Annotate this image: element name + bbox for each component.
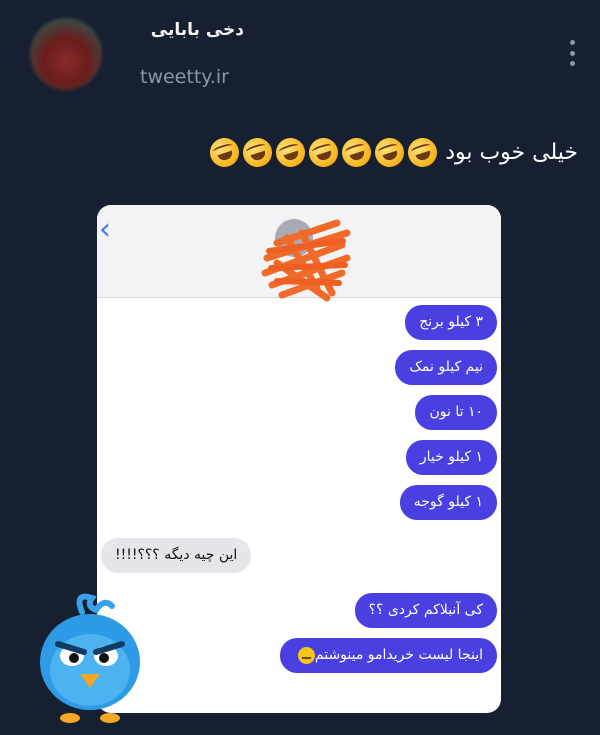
neutral-face-emoji-icon — [297, 646, 315, 664]
tweet-text: خیلی خوب بود — [206, 134, 578, 171]
rolling-on-floor-laughing-emoji-icon — [272, 134, 309, 171]
chevron-left-icon: ‹ — [99, 212, 111, 247]
chat-bubble-sent: کی آنبلاکم کردی ؟؟ — [354, 593, 497, 628]
chat-bubble-received: این چیه دیگه ؟؟؟!!!! — [101, 538, 252, 573]
chat-bubble-sent: ۱ کیلو خیار — [405, 440, 497, 475]
author-name[interactable]: دخی بابایی — [151, 20, 244, 40]
rolling-on-floor-laughing-emoji-icon — [371, 134, 408, 171]
rolling-on-floor-laughing-emoji-icon — [239, 134, 276, 171]
tweet-text-label: خیلی خوب بود — [445, 140, 578, 165]
chat-bubble-sent: ۳ کیلو برنج — [405, 305, 497, 340]
chat-bubble-sent: ۱ کیلو گوجه — [399, 485, 497, 520]
more-vertical-icon[interactable] — [568, 40, 576, 66]
rolling-on-floor-laughing-emoji-icon — [206, 134, 243, 171]
chat-bubble-sent: ۱۰ تا نون — [415, 395, 497, 430]
angry-blue-bird-icon — [40, 593, 140, 723]
rolling-on-floor-laughing-emoji-icon — [305, 134, 342, 171]
attached-screenshot[interactable]: ‹ ۳ کیلو برنج نیم کیلو نمک ۱۰ تا نون ۱ ک… — [97, 205, 501, 713]
author-handle[interactable]: tweetty.ir — [140, 66, 229, 88]
chat-bubble-sent: اینجا لیست خریدامو مینوشتم — [279, 638, 497, 673]
chat-bubble-label: اینجا لیست خریدامو مینوشتم — [314, 647, 483, 663]
chat-bubble-sent: نیم کیلو نمک — [395, 350, 497, 385]
rolling-on-floor-laughing-emoji-icon — [404, 134, 441, 171]
redaction-scribble — [261, 219, 351, 302]
profile-avatar[interactable] — [30, 18, 102, 90]
chat-header: ‹ — [97, 205, 501, 302]
emoji-row — [206, 134, 441, 171]
rolling-on-floor-laughing-emoji-icon — [338, 134, 375, 171]
